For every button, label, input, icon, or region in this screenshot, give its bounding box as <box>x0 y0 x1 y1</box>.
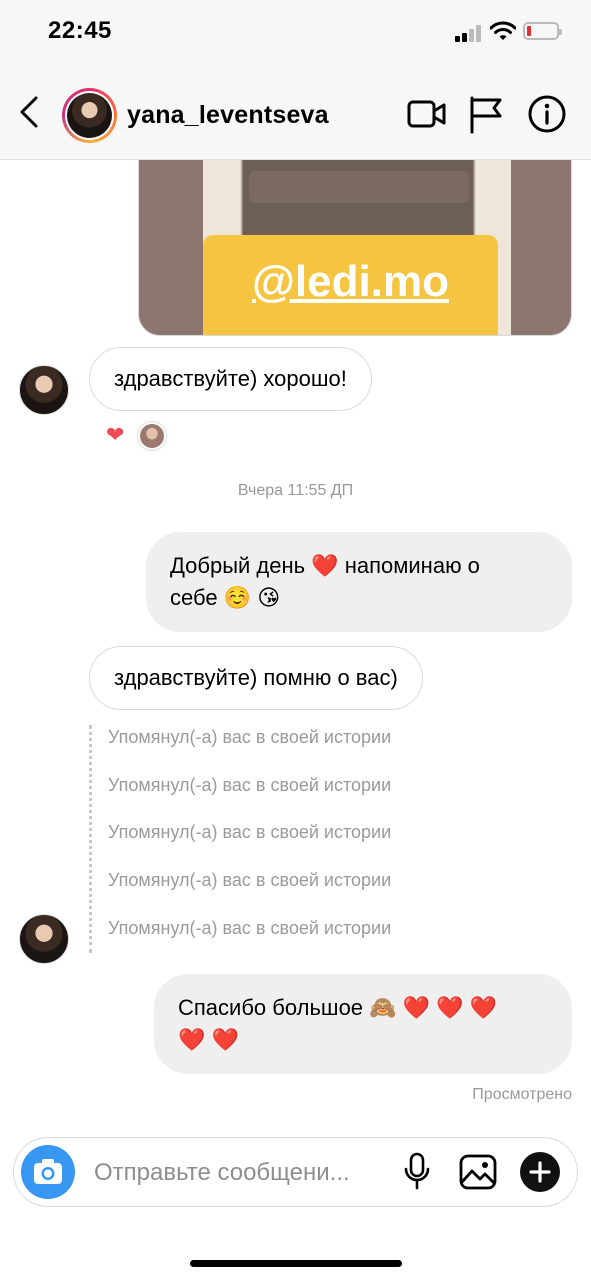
gallery-icon[interactable] <box>458 1152 498 1192</box>
mention-sticker: @ledi.mo <box>203 235 498 335</box>
signal-icon <box>455 24 483 42</box>
microphone-icon[interactable] <box>402 1152 432 1192</box>
header-avatar[interactable] <box>62 88 117 143</box>
status-bar: 22:45 <box>0 0 591 64</box>
profile-photo <box>67 93 112 138</box>
header-username[interactable]: yana_leventseva <box>127 101 329 130</box>
seen-status: Просмотрено <box>472 1086 572 1103</box>
message-bubble-incoming[interactable]: здравствуйте) хорошо! <box>89 347 372 411</box>
battery-low-icon <box>523 22 562 40</box>
chat-header: yana_leventseva <box>0 64 591 160</box>
story-mention-item[interactable]: Упомянул(-а) вас в своей истории <box>108 870 391 891</box>
message-bubble-outgoing[interactable]: Добрый день ❤️ напоминаю о себе ☺️ 😘 <box>146 532 572 632</box>
wifi-icon <box>490 21 516 40</box>
story-mention-item[interactable]: Упомянул(-а) вас в своей истории <box>108 727 391 748</box>
mention-sticker-text: @ledi.mo <box>252 257 449 306</box>
shared-story-preview[interactable]: @ledi.mo <box>138 160 572 336</box>
sender-avatar[interactable] <box>19 914 69 964</box>
message-text-line-1: Спасибо большое 🙈 ❤️ ❤️ ❤️ <box>178 995 498 1020</box>
home-indicator[interactable] <box>190 1260 402 1267</box>
message-text: здравствуйте) хорошо! <box>114 366 347 391</box>
message-bubble-outgoing[interactable]: Спасибо большое 🙈 ❤️ ❤️ ❤️ ❤️ ❤️ <box>154 974 572 1074</box>
message-reactions[interactable]: ❤ <box>106 422 168 450</box>
heart-reaction-icon: ❤ <box>106 422 125 447</box>
message-bubble-incoming[interactable]: здравствуйте) помню о вас) <box>89 646 423 710</box>
plus-icon <box>529 1161 551 1183</box>
camera-icon <box>34 1159 62 1184</box>
story-mentions-group: Упомянул(-а) вас в своей истории Упомяну… <box>89 725 509 953</box>
video-call-icon[interactable] <box>407 94 447 134</box>
story-mention-item[interactable]: Упомянул(-а) вас в своей истории <box>108 822 391 843</box>
message-text: здравствуйте) помню о вас) <box>114 665 398 690</box>
timestamp: Вчера 11:55 ДП <box>237 482 354 499</box>
message-composer <box>13 1137 578 1207</box>
story-mention-item[interactable]: Упомянул(-а) вас в своей истории <box>108 775 391 796</box>
camera-button[interactable] <box>21 1145 75 1199</box>
chat-thread[interactable]: @ledi.mo здравствуйте) хорошо! ❤ Вчера 1… <box>0 160 591 1130</box>
message-text-line-2: ❤️ ❤️ <box>178 1027 239 1052</box>
reactor-avatar <box>138 422 166 450</box>
flag-icon[interactable] <box>467 94 507 134</box>
status-time: 22:45 <box>48 17 112 44</box>
message-text-line-2: себе ☺️ 😘 <box>170 585 281 610</box>
story-mention-item[interactable]: Упомянул(-а) вас в своей истории <box>108 918 391 939</box>
message-text-line-1: Добрый день ❤️ напоминаю о <box>170 553 480 578</box>
message-input[interactable] <box>94 1158 384 1188</box>
info-icon[interactable] <box>527 94 567 134</box>
back-chevron-icon[interactable] <box>14 92 44 132</box>
plus-button[interactable] <box>520 1152 560 1192</box>
sender-avatar[interactable] <box>19 365 69 415</box>
